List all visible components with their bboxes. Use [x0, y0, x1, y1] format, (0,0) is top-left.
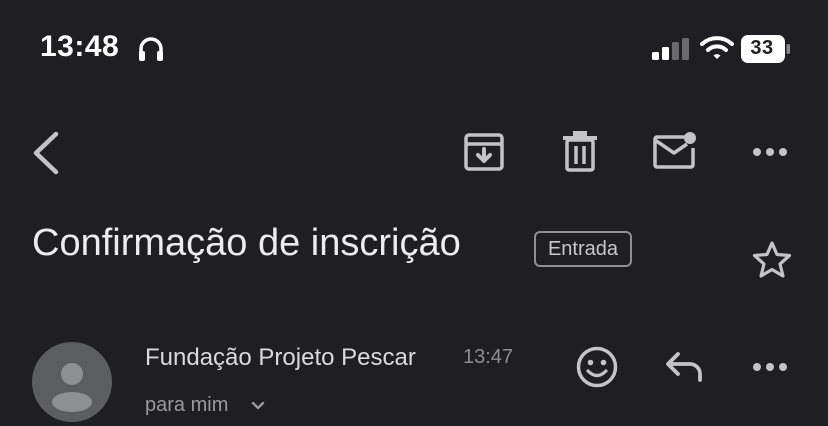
sender-name[interactable]: Fundação Projeto Pescar	[145, 344, 416, 372]
sent-time: 13:47	[463, 346, 514, 368]
email-screen: 13:48 33 Confirmação de inscrição Entrad…	[0, 0, 828, 426]
battery-level: 33	[750, 37, 774, 59]
inbox-label-badge[interactable]: Entrada	[534, 231, 632, 267]
trash-icon[interactable]	[562, 130, 598, 172]
chevron-down-icon[interactable]	[251, 401, 265, 411]
message-more-options-button[interactable]	[752, 357, 788, 377]
email-subject: Confirmação de inscrição	[32, 222, 461, 264]
reply-icon[interactable]	[664, 350, 704, 384]
emoji-reaction-icon[interactable]	[576, 346, 618, 388]
avatar[interactable]	[32, 342, 112, 422]
archive-button[interactable]	[464, 132, 504, 172]
cellular-signal-icon	[652, 38, 689, 60]
headphones-icon	[139, 37, 163, 61]
recipient-details[interactable]: para mim	[145, 394, 228, 417]
back-button[interactable]	[30, 130, 62, 176]
wifi-icon	[700, 36, 734, 59]
status-time: 13:48	[40, 30, 120, 63]
more-options-button[interactable]	[752, 142, 788, 162]
star-icon[interactable]	[752, 240, 792, 278]
person-icon	[52, 363, 92, 412]
mark-unread-icon[interactable]	[652, 130, 700, 170]
